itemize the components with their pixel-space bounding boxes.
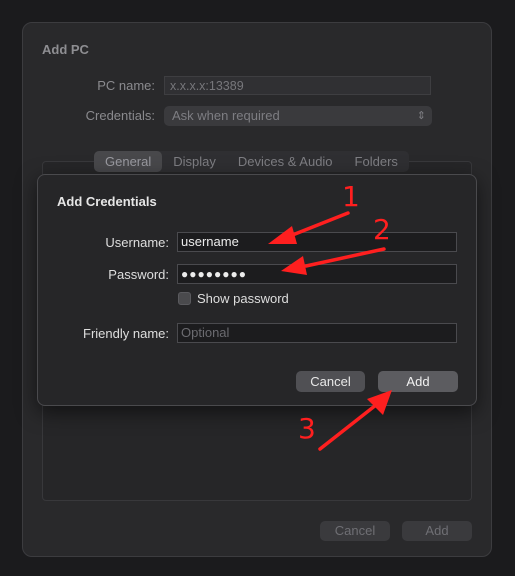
arrow-1 <box>268 211 350 244</box>
annotation-number-1: 1 <box>342 180 360 213</box>
arrow-2 <box>281 247 386 275</box>
annotation-number-2: 2 <box>373 213 391 246</box>
annotation-number-3: 3 <box>298 412 316 445</box>
arrow-3 <box>318 390 392 451</box>
annotation-arrows <box>268 211 392 451</box>
